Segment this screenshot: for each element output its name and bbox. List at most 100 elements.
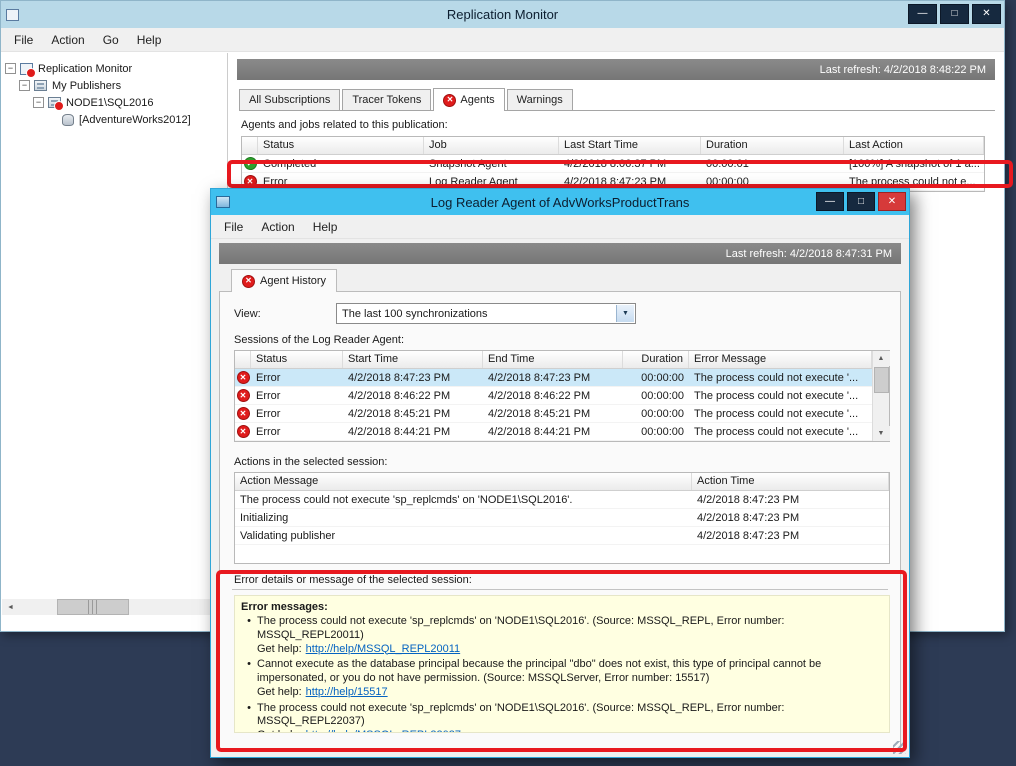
tree-item-replication-monitor[interactable]: − Replication Monitor [1, 60, 227, 77]
column-header-status[interactable]: Status [251, 351, 343, 368]
maximize-icon: □ [951, 9, 957, 19]
maximize-button[interactable]: □ [847, 192, 875, 211]
column-header-action-time[interactable]: Action Time [692, 473, 889, 490]
column-header-last-action[interactable]: Last Action [844, 137, 984, 154]
scroll-down-icon[interactable]: ▼ [873, 426, 890, 441]
error-message-cell: The process could not execute '... [689, 372, 872, 384]
dialog-titlebar[interactable]: Log Reader Agent of AdvWorksProductTrans… [211, 189, 909, 215]
publication-tabs: All Subscriptions Tracer Tokens ✕ Agents… [239, 88, 995, 111]
status-cell: Error [251, 372, 343, 384]
action-time-cell: 4/2/2018 8:47:23 PM [692, 512, 889, 524]
session-row[interactable]: ✕ Error 4/2/2018 8:44:21 PM 4/2/2018 8:4… [235, 423, 872, 441]
minimize-button[interactable]: — [908, 4, 937, 24]
sessions-table: Status Start Time End Time Duration Erro… [234, 350, 890, 442]
close-icon: ✕ [982, 9, 990, 19]
sessions-vertical-scrollbar[interactable]: ▲ ▼ [872, 351, 889, 441]
menu-help[interactable]: Help [128, 30, 171, 50]
tree-item-label: [AdventureWorks2012] [79, 114, 191, 126]
column-header-icon[interactable] [235, 351, 251, 368]
main-window-title: Replication Monitor [1, 7, 1004, 22]
scroll-up-icon[interactable]: ▲ [873, 351, 890, 366]
menu-file[interactable]: File [215, 217, 252, 237]
minimize-icon: — [825, 197, 835, 207]
scrollbar-thumb[interactable] [57, 599, 129, 615]
column-header-end-time[interactable]: End Time [483, 351, 623, 368]
view-dropdown[interactable]: The last 100 synchronizations ▼ [336, 303, 636, 324]
agents-table-header: Status Job Last Start Time Duration Last… [242, 137, 984, 155]
end-time-cell: 4/2/2018 8:45:21 PM [483, 408, 623, 420]
start-time-cell: 4/2/2018 8:47:23 PM [343, 372, 483, 384]
error-message-cell: The process could not execute '... [689, 408, 872, 420]
action-row[interactable]: Initializing 4/2/2018 8:47:23 PM [235, 509, 889, 527]
column-header-status[interactable]: Status [258, 137, 424, 154]
sessions-label: Sessions of the Log Reader Agent: [234, 334, 888, 346]
minimize-button[interactable]: — [816, 192, 844, 211]
last-refresh-bar: Last refresh: 4/2/2018 8:48:22 PM [237, 59, 995, 80]
tree-expander-icon[interactable]: − [5, 63, 16, 74]
sessions-table-header: Status Start Time End Time Duration Erro… [235, 351, 872, 369]
column-header-error-message[interactable]: Error Message [689, 351, 872, 368]
tab-label: Tracer Tokens [352, 94, 421, 106]
menu-file[interactable]: File [5, 30, 42, 50]
publisher-tree-panel: − Replication Monitor − My Publishers − … [1, 53, 228, 631]
actions-table-header: Action Message Action Time [235, 473, 889, 491]
tree-item-adventureworks2012[interactable]: [AdventureWorks2012] [1, 111, 227, 128]
maximize-button[interactable]: □ [940, 4, 969, 24]
minimize-icon: — [918, 9, 928, 19]
tree-expander-icon[interactable]: − [33, 97, 44, 108]
column-header-job[interactable]: Job [424, 137, 559, 154]
tab-tracer-tokens[interactable]: Tracer Tokens [342, 89, 431, 110]
action-message-cell: Validating publisher [235, 530, 692, 542]
column-header-start-time[interactable]: Start Time [343, 351, 483, 368]
column-header-last-start-time[interactable]: Last Start Time [559, 137, 701, 154]
scrollbar-thumb[interactable] [874, 367, 889, 393]
column-header-icon[interactable] [242, 137, 258, 154]
tree-item-label: My Publishers [52, 80, 121, 92]
duration-cell: 00:00:00 [623, 390, 689, 402]
column-header-duration[interactable]: Duration [701, 137, 844, 154]
close-button[interactable]: ✕ [878, 192, 906, 211]
action-row[interactable]: Validating publisher 4/2/2018 8:47:23 PM [235, 527, 889, 545]
column-header-action-message[interactable]: Action Message [235, 473, 692, 490]
scrollbar-track[interactable] [19, 599, 209, 615]
maximize-icon: □ [858, 197, 864, 207]
tab-agent-history[interactable]: ✕ Agent History [231, 269, 337, 292]
publishers-icon [34, 80, 47, 91]
status-cell: Error [251, 390, 343, 402]
agents-section-label: Agents and jobs related to this publicat… [241, 119, 1004, 131]
menu-go[interactable]: Go [94, 30, 128, 50]
menu-action[interactable]: Action [252, 217, 303, 237]
dialog-menubar: File Action Help [211, 215, 909, 239]
scrollbar-track[interactable] [873, 366, 890, 426]
end-time-cell: 4/2/2018 8:47:23 PM [483, 372, 623, 384]
close-icon: ✕ [888, 197, 896, 207]
action-row[interactable]: The process could not execute 'sp_replcm… [235, 491, 889, 509]
error-icon: ✕ [237, 389, 250, 402]
server-error-icon [48, 97, 61, 108]
tab-agents[interactable]: ✕ Agents [433, 88, 504, 111]
session-row[interactable]: ✕ Error 4/2/2018 8:46:22 PM 4/2/2018 8:4… [235, 387, 872, 405]
session-row[interactable]: ✕ Error 4/2/2018 8:47:23 PM 4/2/2018 8:4… [235, 369, 872, 387]
menu-action[interactable]: Action [42, 30, 93, 50]
start-time-cell: 4/2/2018 8:46:22 PM [343, 390, 483, 402]
duration-cell: 00:00:00 [623, 408, 689, 420]
tree-item-node1-sql2016[interactable]: − NODE1\SQL2016 [1, 94, 227, 111]
scroll-left-icon[interactable]: ◄ [2, 599, 19, 615]
error-icon: ✕ [237, 371, 250, 384]
publication-icon [62, 114, 74, 126]
tree-item-my-publishers[interactable]: − My Publishers [1, 77, 227, 94]
dialog-window-title: Log Reader Agent of AdvWorksProductTrans [211, 195, 909, 210]
main-titlebar[interactable]: Replication Monitor — □ ✕ [1, 1, 1004, 28]
column-header-duration[interactable]: Duration [623, 351, 689, 368]
tree-expander-icon[interactable]: − [19, 80, 30, 91]
close-button[interactable]: ✕ [972, 4, 1001, 24]
chevron-down-icon[interactable]: ▼ [616, 305, 634, 322]
tab-all-subscriptions[interactable]: All Subscriptions [239, 89, 340, 110]
menu-help[interactable]: Help [304, 217, 347, 237]
error-message-cell: The process could not execute '... [689, 426, 872, 438]
tree-horizontal-scrollbar[interactable]: ◄ ► [2, 599, 226, 615]
session-row[interactable]: ✕ Error 4/2/2018 8:45:21 PM 4/2/2018 8:4… [235, 405, 872, 423]
error-icon: ✕ [237, 407, 250, 420]
action-time-cell: 4/2/2018 8:47:23 PM [692, 530, 889, 542]
tab-warnings[interactable]: Warnings [507, 89, 573, 110]
